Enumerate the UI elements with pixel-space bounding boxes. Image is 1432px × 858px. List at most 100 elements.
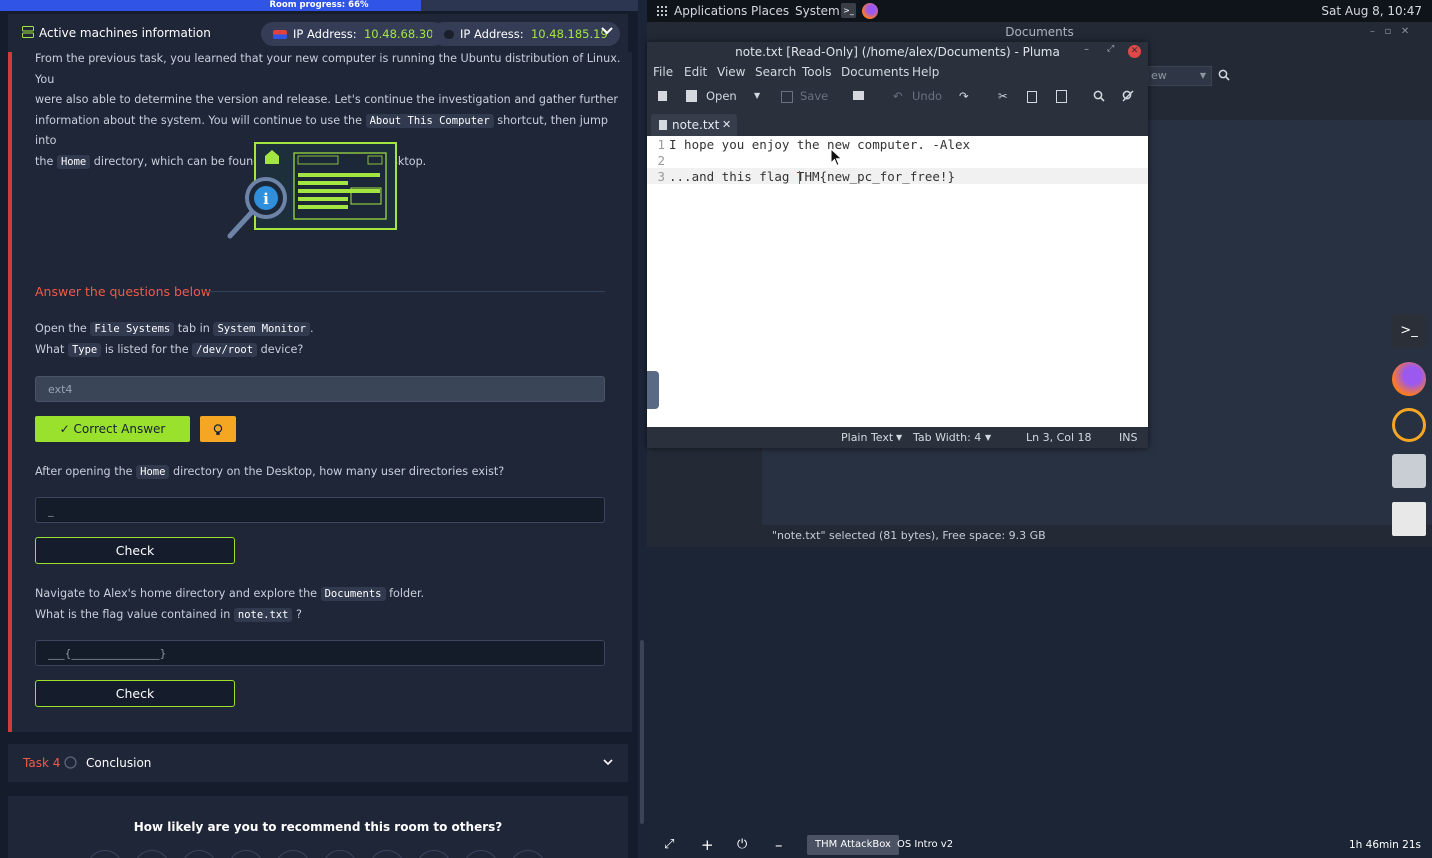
applications-menu[interactable]: Applications	[674, 0, 747, 22]
minimize-icon[interactable]: –	[1084, 44, 1089, 55]
window-controls[interactable]: – ▫ ✕	[1370, 26, 1409, 37]
question-2-check-button[interactable]: Check	[35, 537, 235, 564]
rating-option[interactable]	[228, 850, 264, 858]
location-dropdown[interactable]: ew ▼	[1148, 66, 1212, 86]
text: What	[35, 342, 65, 356]
question-2-answer-field[interactable]: _	[35, 497, 605, 523]
language-selector[interactable]: Plain Text	[841, 427, 893, 448]
rating-option[interactable]	[510, 850, 546, 858]
clock[interactable]: Sat Aug 8, 10:47	[1321, 0, 1422, 22]
ip-label: IP Address:	[293, 27, 357, 41]
files-icon[interactable]	[1392, 454, 1426, 488]
question-3-text: Navigate to Alex's home directory and ex…	[35, 584, 424, 625]
chevron-down-icon[interactable]	[601, 26, 613, 36]
pluma-statusbar: Plain Text ▼ Tab Width: 4 ▼ Ln 3, Col 18…	[647, 427, 1148, 448]
text-editor[interactable]: 1 I hope you enjoy the new computer. -Al…	[647, 136, 1148, 427]
open-icon[interactable]	[686, 90, 697, 102]
ip-address-pill-2[interactable]: IP Address: 10.48.185.19	[432, 22, 620, 46]
close-tab-icon[interactable]: ✕	[722, 114, 731, 136]
burp-suite-icon[interactable]	[1392, 408, 1426, 442]
active-machines-bar[interactable]: Active machines information IP Address: …	[8, 14, 628, 53]
answer-questions-heading: Answer the questions below	[35, 284, 211, 299]
task-title: Conclusion	[86, 756, 152, 770]
rating-option[interactable]	[181, 850, 217, 858]
open-button[interactable]: Open	[706, 82, 737, 110]
text: is listed for the	[104, 342, 189, 356]
new-document-icon[interactable]	[658, 91, 667, 101]
power-icon[interactable]: ⏻	[737, 832, 747, 858]
close-icon[interactable]: ✕	[1128, 45, 1141, 58]
ip-value-2: 10.48.185.19	[530, 27, 608, 41]
ip-label: IP Address:	[460, 27, 524, 41]
question-1-answer-field[interactable]: ext4	[35, 376, 605, 402]
inline-code: note.txt	[233, 607, 293, 622]
attackbox-taskbar: ⤢ + ⏻ – THM AttackBox OS Intro v2 1h 46m…	[647, 832, 1432, 858]
open-recent-chevron-icon[interactable]: ▼	[754, 82, 760, 110]
undo-button[interactable]: Undo	[912, 82, 942, 110]
maximize-icon[interactable]: ⤢	[1107, 44, 1114, 54]
menu-view[interactable]: View	[717, 62, 745, 82]
minimize-icon[interactable]: –	[775, 832, 783, 858]
tab-width-selector[interactable]: Tab Width: 4	[913, 427, 981, 448]
terminal-launcher-icon[interactable]: >_	[841, 3, 856, 18]
find-replace-icon[interactable]	[1122, 90, 1134, 102]
hint-button[interactable]	[200, 416, 236, 442]
pluma-window: note.txt [Read-Only] (/home/alex/Documen…	[647, 42, 1148, 448]
search-icon[interactable]	[1093, 90, 1105, 102]
chevron-down-icon[interactable]	[603, 759, 613, 767]
svg-text:i: i	[263, 190, 269, 208]
copy-icon[interactable]	[1027, 91, 1037, 103]
inline-code: File Systems	[90, 322, 175, 336]
os-intro-button[interactable]: OS Intro v2	[889, 835, 961, 855]
redo-icon[interactable]: ↷	[959, 82, 969, 110]
attackbox-button[interactable]: THM AttackBox	[807, 835, 899, 855]
rating-option[interactable]	[87, 850, 123, 858]
rating-option[interactable]	[275, 850, 311, 858]
menu-documents[interactable]: Documents	[841, 62, 909, 82]
ip-address-pill-1[interactable]: IP Address: 10.48.68.30	[261, 22, 446, 46]
add-icon[interactable]: +	[701, 832, 714, 858]
rating-option[interactable]	[463, 850, 499, 858]
rating-option[interactable]	[322, 850, 358, 858]
firefox-launcher-icon[interactable]	[862, 3, 878, 19]
recommend-card: How likely are you to recommend this roo…	[8, 796, 628, 858]
cut-icon[interactable]: ✂	[998, 82, 1008, 110]
recommend-question: How likely are you to recommend this roo…	[133, 820, 503, 834]
text: tab in	[177, 322, 210, 335]
tab-note-txt[interactable]: note.txt ✕	[651, 114, 737, 136]
text: Navigate to Alex's home directory and ex…	[35, 587, 318, 600]
save-button[interactable]: Save	[800, 82, 828, 110]
correct-answer-button[interactable]: ✓ Correct Answer	[35, 416, 190, 442]
text-cursor	[799, 171, 800, 184]
task-4-header[interactable]: Task 4 Conclusion	[8, 744, 628, 782]
system-menu[interactable]: System	[795, 0, 840, 22]
pluma-title: note.txt [Read-Only] (/home/alex/Documen…	[735, 45, 1060, 59]
scrollbar-thumb[interactable]	[640, 640, 644, 824]
q1-line-1: Open the File Systems tab in System Moni…	[35, 319, 314, 340]
menu-help[interactable]: Help	[912, 62, 939, 82]
text: Open the	[35, 322, 87, 335]
print-icon[interactable]	[853, 91, 864, 100]
q3-line-2: What is the flag value contained in note…	[35, 605, 424, 626]
paste-icon[interactable]	[1056, 90, 1067, 103]
fullscreen-icon[interactable]: ⤢	[664, 832, 674, 858]
app-grid-icon[interactable]	[656, 5, 668, 17]
search-icon[interactable]	[1218, 69, 1230, 81]
rating-option[interactable]	[369, 850, 405, 858]
question-3-check-button[interactable]: Check	[35, 680, 235, 707]
status-circle-icon	[64, 756, 77, 769]
side-handle[interactable]	[647, 371, 659, 409]
menu-file[interactable]: File	[653, 62, 673, 82]
rating-option[interactable]	[134, 850, 170, 858]
places-menu[interactable]: Places	[751, 0, 789, 22]
menu-search[interactable]: Search	[755, 62, 796, 82]
chevron-down-icon: ▼	[1199, 71, 1206, 80]
editor-line: I hope you enjoy the new computer. -Alex	[669, 137, 971, 152]
rating-option[interactable]	[416, 850, 452, 858]
terminal-icon[interactable]: >_	[1392, 314, 1426, 348]
question-3-answer-field[interactable]: ___{________________}	[35, 640, 605, 666]
menu-edit[interactable]: Edit	[684, 62, 707, 82]
firefox-icon[interactable]	[1392, 362, 1426, 396]
menu-tools[interactable]: Tools	[802, 62, 832, 82]
text-editor-icon[interactable]	[1392, 502, 1426, 536]
